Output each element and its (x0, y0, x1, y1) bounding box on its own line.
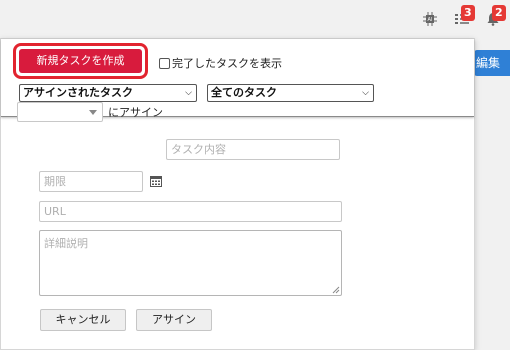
task-count-badge: 3 (461, 5, 475, 21)
assign-to-label: にアサイン (108, 106, 163, 119)
details-textarea[interactable]: 詳細説明 (39, 230, 342, 296)
assign-button[interactable]: アサイン (136, 309, 212, 331)
show-completed-checkbox[interactable] (159, 57, 170, 69)
notification-count-badge: 2 (492, 5, 506, 21)
chevron-down-icon: ⌵ (185, 88, 192, 98)
calendar-icon[interactable] (150, 175, 162, 187)
dropdown-arrow-icon (89, 110, 97, 115)
task-content-input[interactable]: タスク内容 (166, 139, 340, 160)
create-task-button[interactable]: 新規タスクを作成 (19, 49, 142, 73)
status-filter-select[interactable]: 全てのタスク ⌵ (207, 84, 374, 102)
assigned-filter-value: アサインされたタスク (23, 86, 133, 99)
svg-text:AI: AI (428, 17, 433, 23)
show-completed-toggle[interactable]: 完了したタスクを表示 (159, 55, 282, 71)
status-filter-value: 全てのタスク (211, 86, 277, 99)
task-panel: 新規タスクを作成 完了したタスクを表示 アサインされたタスク ⌵ 全てのタスク … (0, 38, 475, 350)
chip-icon[interactable]: AI (421, 10, 439, 28)
assignee-select[interactable] (17, 102, 103, 122)
resize-handle-icon[interactable] (332, 286, 340, 294)
url-placeholder: URL (44, 205, 66, 218)
url-input[interactable]: URL (39, 201, 342, 222)
details-placeholder: 詳細説明 (44, 237, 88, 250)
bell-icon[interactable]: 2 (484, 5, 506, 28)
cancel-button[interactable]: キャンセル (40, 309, 126, 331)
show-completed-label: 完了したタスクを表示 (172, 57, 282, 70)
background-edit-button[interactable]: 編集 (474, 50, 510, 76)
assigned-filter-select[interactable]: アサインされたタスク ⌵ (19, 84, 197, 102)
deadline-input[interactable]: 期限 (39, 171, 143, 192)
chevron-down-icon: ⌵ (362, 88, 369, 98)
task-content-placeholder: タスク内容 (171, 143, 226, 156)
task-list-icon[interactable]: 3 (453, 5, 475, 28)
top-bar: AI 3 2 (0, 0, 510, 38)
create-button-highlight: 新規タスクを作成 (13, 43, 148, 79)
deadline-placeholder: 期限 (44, 175, 66, 188)
